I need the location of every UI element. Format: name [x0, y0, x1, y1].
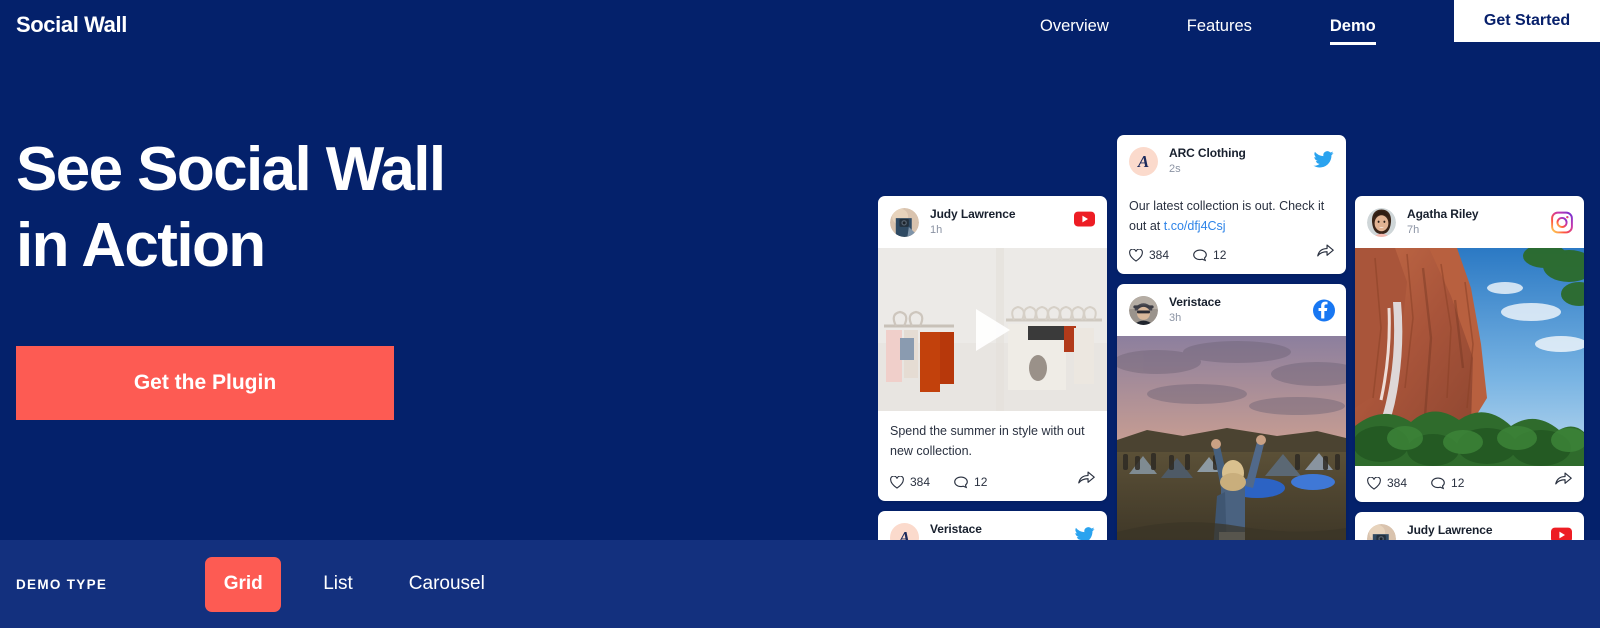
avatar-photo-agatha — [1367, 208, 1396, 237]
timestamp: 3h — [1169, 312, 1182, 324]
card-meta: Veristace 3d — [930, 522, 982, 540]
comment-count: 12 — [974, 475, 988, 489]
facebook-icon — [1313, 299, 1335, 322]
page-title: See Social Wall in Action — [16, 132, 656, 284]
share-icon — [1555, 472, 1572, 485]
post-card[interactable]: Judy Lawrence 12d — [1355, 512, 1584, 540]
post-image[interactable] — [1117, 336, 1346, 540]
social-wall-grid: Judy Lawrence 1h Spend the summer in sty… — [878, 0, 1600, 540]
card-actions: 384 12 — [1355, 466, 1584, 502]
card-body-copy: Our latest collection is out. Check it o… — [1129, 199, 1325, 233]
get-the-plugin-button[interactable]: Get the Plugin — [16, 346, 394, 420]
post-image[interactable] — [1355, 248, 1584, 466]
instagram-icon — [1551, 211, 1573, 234]
like-action[interactable]: 384 — [1367, 476, 1407, 490]
comment-icon — [1431, 476, 1445, 489]
card-header: Judy Lawrence 12d — [1355, 512, 1584, 540]
comment-count: 12 — [1451, 476, 1465, 490]
post-card[interactable]: Agatha Riley 7h 384 12 — [1355, 196, 1584, 502]
card-header: Agatha Riley 7h — [1355, 196, 1584, 248]
hero-section: See Social Wall in Action Get the Plugin — [16, 132, 656, 420]
author-name: Veristace — [1169, 295, 1221, 309]
avatar — [890, 208, 919, 237]
comment-action[interactable]: 12 — [954, 475, 987, 489]
youtube-icon — [1074, 211, 1095, 233]
author-name: Agatha Riley — [1407, 207, 1479, 221]
avatar: A — [890, 523, 919, 540]
card-body-link[interactable]: t.co/dfj4Csj — [1164, 219, 1226, 233]
like-action[interactable]: 384 — [890, 475, 930, 489]
share-icon — [1317, 244, 1334, 257]
heart-icon — [890, 475, 904, 489]
author-name: Judy Lawrence — [930, 207, 1016, 221]
post-card[interactable]: Judy Lawrence 1h Spend the summer in sty… — [878, 196, 1107, 501]
avatar-photo-veristace — [1129, 296, 1158, 325]
heart-icon — [1129, 248, 1143, 262]
card-header: Judy Lawrence 1h — [878, 196, 1107, 248]
card-meta: Agatha Riley 7h — [1407, 207, 1479, 238]
avatar-photo-judy — [1367, 524, 1396, 540]
post-card[interactable]: Veristace 3h — [1117, 284, 1346, 540]
comment-action[interactable]: 12 — [1431, 476, 1464, 490]
timestamp: 2s — [1169, 163, 1181, 175]
hero-title-line-2: in Action — [16, 211, 266, 280]
demo-type-label: DEMO TYPE — [16, 576, 108, 592]
hero-title-line-1: See Social Wall — [16, 135, 446, 204]
share-action[interactable] — [1555, 471, 1572, 491]
video-thumbnail[interactable] — [878, 248, 1107, 411]
card-meta: Veristace 3h — [1169, 295, 1221, 326]
youtube-icon — [1551, 527, 1572, 540]
avatar-photo-judy — [890, 208, 919, 237]
card-body-text: Our latest collection is out. Check it o… — [1117, 187, 1346, 238]
share-action[interactable] — [1317, 243, 1334, 263]
card-meta: ARC Clothing 2s — [1169, 146, 1246, 177]
comment-action[interactable]: 12 — [1193, 248, 1226, 262]
wall-column-1: Judy Lawrence 1h Spend the summer in sty… — [878, 196, 1107, 540]
card-meta: Judy Lawrence 1h — [930, 207, 1016, 238]
timestamp: 7h — [1407, 224, 1420, 236]
page-root: Social Wall Overview Features Demo Get S… — [0, 0, 1600, 628]
timestamp: 1h — [930, 224, 943, 236]
card-meta: Judy Lawrence 12d — [1407, 523, 1493, 540]
comment-icon — [954, 475, 968, 488]
wall-column-3: Agatha Riley 7h 384 12 Judy Lawrence — [1355, 196, 1584, 540]
avatar — [1129, 296, 1158, 325]
avatar — [1367, 524, 1396, 540]
post-card[interactable]: A ARC Clothing 2s Our latest collection … — [1117, 135, 1346, 274]
share-icon — [1078, 471, 1095, 484]
twitter-icon — [1313, 151, 1334, 172]
demo-type-carousel[interactable]: Carousel — [409, 573, 485, 595]
festival-photo — [1117, 336, 1346, 540]
avatar — [1367, 208, 1396, 237]
post-card[interactable]: A Veristace 3d — [878, 511, 1107, 540]
card-header: A Veristace 3d — [878, 511, 1107, 540]
twitter-icon — [1074, 527, 1095, 540]
author-name: ARC Clothing — [1169, 146, 1246, 160]
like-count: 384 — [1149, 248, 1170, 262]
avatar: A — [1129, 147, 1158, 176]
card-actions: 384 12 — [878, 465, 1107, 501]
demo-type-grid[interactable]: Grid — [205, 556, 282, 612]
card-body-text: Spend the summer in style with out new c… — [890, 424, 1085, 458]
avatar-letter-a: A — [890, 523, 919, 540]
like-count: 384 — [1387, 476, 1408, 490]
comment-count: 12 — [1213, 248, 1227, 262]
author-name: Veristace — [930, 522, 982, 536]
like-count: 384 — [910, 475, 931, 489]
heart-icon — [1367, 476, 1381, 490]
author-name: Judy Lawrence — [1407, 523, 1493, 537]
canyon-photo — [1355, 248, 1584, 466]
brand-logo[interactable]: Social Wall — [16, 12, 127, 38]
demo-type-bar: DEMO TYPE Grid List Carousel — [0, 540, 1600, 628]
share-action[interactable] — [1078, 470, 1095, 490]
card-header: Veristace 3h — [1117, 284, 1346, 336]
card-header: A ARC Clothing 2s — [1117, 135, 1346, 187]
play-icon[interactable] — [975, 308, 1010, 351]
avatar-letter-a: A — [1129, 147, 1158, 176]
like-action[interactable]: 384 — [1129, 248, 1169, 262]
comment-icon — [1193, 248, 1207, 261]
wall-column-2: A ARC Clothing 2s Our latest collection … — [1117, 135, 1346, 540]
demo-type-list[interactable]: List — [323, 573, 353, 595]
card-actions: 384 12 — [1117, 238, 1346, 274]
